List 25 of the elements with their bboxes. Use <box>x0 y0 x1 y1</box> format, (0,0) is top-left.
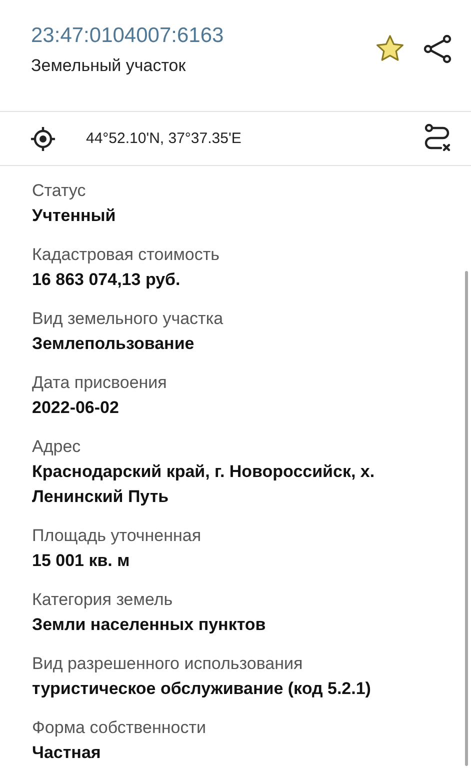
field-value: Учтенный <box>32 205 117 227</box>
field-value: Краснодарский край, г. Новороссийск, х. Ленинский Путь <box>32 461 376 508</box>
field-value: туристическое обслуживание (код 5.2.1) <box>32 678 372 700</box>
field-label: Вид разрешенного использования <box>32 653 304 675</box>
coordinates: 44°52.10'N, 37°37.35'E <box>86 130 242 147</box>
field-label: Площадь уточненная <box>32 525 202 547</box>
share-icon[interactable] <box>423 34 453 64</box>
field-label: Адрес <box>32 436 82 458</box>
field-label: Дата присвоения <box>32 372 168 394</box>
field-value: 15 001 кв. м <box>32 550 131 572</box>
field-label: Статус <box>32 180 87 202</box>
location-target-icon[interactable] <box>30 126 56 152</box>
field-label: Кадастровая стоимость <box>32 244 220 266</box>
field-label: Вид земельного участка <box>32 308 224 330</box>
scrollbar[interactable] <box>465 271 468 766</box>
cadastral-number: 23:47:0104007:6163 <box>31 24 225 48</box>
field-label: Форма собственности <box>32 717 207 739</box>
field-value: Землепользование <box>32 333 196 355</box>
field-value: 16 863 074,13 руб. <box>32 269 182 291</box>
field-value: 2022-06-02 <box>32 397 120 419</box>
favorite-star-icon[interactable] <box>375 34 405 64</box>
field-value: Частная <box>32 742 102 764</box>
field-value: Земли населенных пунктов <box>32 614 267 636</box>
field-label: Категория земель <box>32 589 174 611</box>
object-type: Земельный участок <box>31 56 187 76</box>
